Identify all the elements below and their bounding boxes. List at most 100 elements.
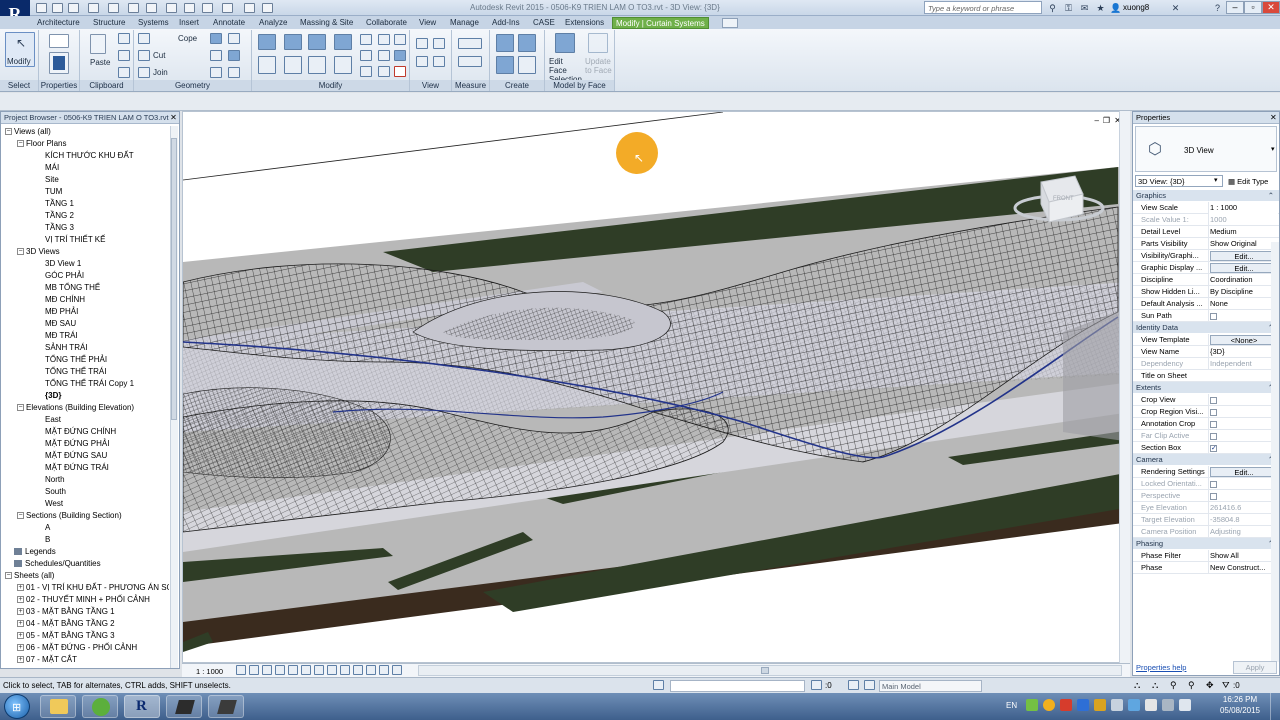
language-indicator[interactable]: EN [1006, 701, 1017, 710]
close-button[interactable]: ✕ [1262, 1, 1280, 14]
browser-item[interactable]: VỊ TRÍ THIẾT KẾ [45, 234, 105, 246]
rotate-icon[interactable] [308, 56, 326, 74]
browser-item[interactable]: MẶT ĐỨNG CHÍNH [45, 426, 116, 438]
browser-item[interactable]: −3D Views [17, 246, 60, 258]
aligned-dimension-icon[interactable] [458, 56, 482, 67]
browser-item[interactable]: − Floor Plans [17, 138, 66, 150]
browser-item[interactable]: +06 - MẶT ĐỨNG - PHỐI CẢNH [17, 642, 137, 654]
sync-icon[interactable] [68, 3, 79, 13]
tab-modify-curtain-systems[interactable]: Modify | Curtain Systems [612, 17, 709, 29]
property-group-header[interactable]: Identity Data⌃ [1133, 322, 1279, 333]
wall-joins-icon[interactable] [210, 50, 222, 61]
edit-type-button[interactable]: ▦ Edit Type [1228, 176, 1278, 187]
show-desktop-button[interactable] [1270, 693, 1280, 720]
dimension-icon[interactable] [166, 3, 177, 13]
browser-item[interactable]: Schedules/Quantities [5, 558, 101, 570]
search-input[interactable]: Type a keyword or phrase [924, 1, 1042, 14]
taskbar-app-4[interactable] [166, 695, 202, 718]
split-gap-icon[interactable] [378, 66, 390, 77]
property-value[interactable]: Coordination [1208, 274, 1278, 286]
override-graphics-icon[interactable] [433, 38, 445, 49]
taskbar-explorer[interactable] [40, 695, 76, 718]
cope-label[interactable]: Cope [178, 34, 197, 43]
view-scale-control[interactable]: 1 : 1000 [196, 667, 223, 676]
type-dropdown-icon[interactable]: ▾ [1271, 145, 1275, 153]
redo-icon[interactable] [108, 3, 119, 13]
browser-item[interactable]: Legends [5, 546, 56, 558]
tab-insert[interactable]: Insert [176, 17, 202, 29]
exchange-apps-icon[interactable]: ✕ [1170, 3, 1181, 13]
save-icon[interactable] [52, 3, 63, 13]
collapse-icon[interactable]: − [17, 140, 24, 148]
split-face-icon[interactable] [210, 33, 222, 44]
expand-icon[interactable]: + [17, 656, 24, 664]
taskbar-revit[interactable]: R [124, 695, 160, 718]
print-icon[interactable] [128, 3, 139, 13]
browser-item[interactable]: +02 - THUYẾT MINH + PHỐI CẢNH [17, 594, 150, 606]
measure-icon[interactable] [146, 3, 157, 13]
user-icon[interactable]: 👤 [1110, 3, 1121, 13]
property-group-header[interactable]: Graphics ⌃ [1133, 190, 1279, 201]
subscription-icon[interactable]: ⚿ [1063, 3, 1074, 13]
property-checkbox[interactable] [1210, 312, 1217, 320]
apply-button[interactable]: Apply [1233, 661, 1277, 674]
browser-item[interactable]: SẢNH TRÁI [45, 342, 88, 354]
expand-icon[interactable]: + [17, 620, 24, 628]
copy-icon[interactable] [118, 50, 130, 61]
property-checkbox[interactable]: ✓ [1210, 444, 1217, 452]
trim-extend-icon[interactable] [394, 50, 406, 61]
collapse-group-icon[interactable]: ⌃ [1268, 190, 1274, 201]
tray-icon-2[interactable] [1043, 699, 1055, 711]
maximize-button[interactable]: ▫ [1244, 1, 1262, 14]
highlight-displacement-icon[interactable] [366, 665, 376, 675]
exclude-options-icon[interactable] [864, 680, 875, 690]
design-options-icon[interactable] [848, 680, 859, 690]
browser-item[interactable]: GÓC PHẢI [45, 270, 84, 282]
linework-icon[interactable] [416, 56, 428, 67]
viewport-restore-icon[interactable]: ❐ [1103, 116, 1110, 125]
browser-item[interactable]: TẦNG 1 [45, 198, 74, 210]
user-name[interactable]: xuong8 [1123, 3, 1149, 12]
copy-element-icon[interactable] [284, 56, 302, 74]
property-value[interactable]: 1 : 1000 [1208, 202, 1278, 214]
lock-view-icon[interactable] [327, 665, 337, 675]
property-value[interactable]: {3D} [1208, 346, 1278, 358]
browser-item[interactable]: MĐ TRÁI [45, 330, 78, 342]
properties-icon[interactable] [49, 52, 69, 74]
select-underlay-icon[interactable]: ⛬ [1152, 680, 1158, 691]
browser-item[interactable]: TẦNG 3 [45, 222, 74, 234]
browser-item[interactable]: MB TỔNG THỂ [45, 282, 100, 294]
property-value[interactable]: Medium [1208, 226, 1278, 238]
join-label[interactable]: Join [153, 68, 168, 77]
switch-windows-icon[interactable] [262, 3, 273, 13]
create-group-icon[interactable] [496, 56, 514, 74]
show-crop-icon[interactable] [314, 665, 324, 675]
properties-close-icon[interactable]: ✕ [1270, 113, 1277, 122]
tab-structure[interactable]: Structure [90, 17, 128, 29]
tab-annotate[interactable]: Annotate [210, 17, 248, 29]
collapse-icon[interactable]: − [17, 512, 24, 520]
delete-icon[interactable] [394, 66, 406, 77]
collapse-icon[interactable]: − [5, 572, 12, 580]
select-links-icon[interactable]: ⛬ [1134, 680, 1140, 691]
offset-icon[interactable] [284, 34, 302, 50]
reveal-hidden-icon[interactable] [353, 665, 363, 675]
mirror-axis-icon[interactable] [308, 34, 326, 50]
tab-manage[interactable]: Manage [447, 17, 482, 29]
browser-item[interactable]: +07 - MẶT CẮT [17, 654, 77, 666]
show-element-icon[interactable] [433, 56, 445, 67]
design-option-select[interactable]: Main Model [879, 680, 982, 692]
paste-icon[interactable] [90, 34, 106, 54]
crop-view-icon[interactable] [301, 665, 311, 675]
browser-item[interactable]: +01 - VỊ TRÍ KHU ĐẤT - PHƯƠNG ÁN SƠ [17, 582, 169, 594]
browser-item[interactable]: A [45, 522, 50, 534]
cut-geometry-icon[interactable] [138, 50, 150, 61]
search-icon[interactable]: ⚲ [1047, 3, 1058, 13]
browser-item[interactable]: West [45, 498, 63, 510]
properties-help-link[interactable]: Properties help [1136, 663, 1186, 672]
create-parts-icon[interactable] [518, 34, 536, 52]
clock-time[interactable]: 16:26 PM [1214, 695, 1266, 704]
temp-hide-icon[interactable] [340, 665, 350, 675]
viewport-hscroll[interactable] [418, 665, 1122, 676]
network-icon[interactable] [1162, 699, 1174, 711]
